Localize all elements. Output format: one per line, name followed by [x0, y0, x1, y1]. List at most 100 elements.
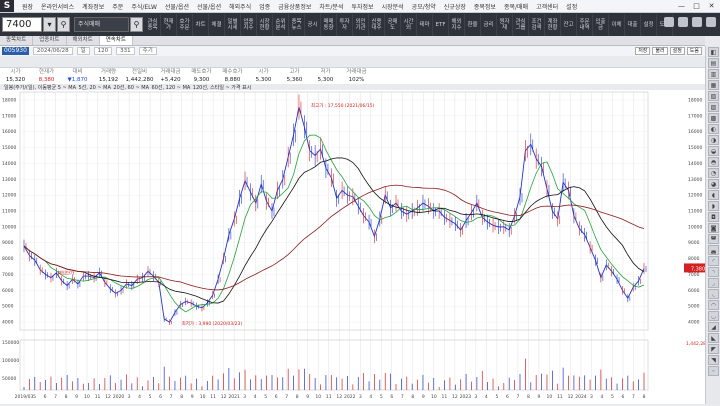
toolbar-shortcut-button[interactable]: 주문 내역: [577, 13, 593, 36]
date-field[interactable]: 2024/06/28: [32, 47, 73, 55]
side-tool-button[interactable]: ◛: [708, 245, 719, 255]
option-button[interactable]: 불러: [652, 47, 668, 55]
side-tool-button[interactable]: ▦: [708, 80, 719, 90]
side-tool-button[interactable]: ◣: [708, 333, 719, 343]
option-button[interactable]: 도움: [686, 47, 702, 55]
menu-item[interactable]: 주문: [108, 2, 127, 11]
stock-code[interactable]: 005930: [2, 47, 29, 55]
menu-item[interactable]: 주식/ELW: [127, 2, 161, 11]
toolbar-shortcut-button[interactable]: 관심 종목: [145, 13, 161, 36]
maximize-icon[interactable]: □: [690, 1, 703, 11]
chart-tab[interactable]: 해외차트: [67, 36, 100, 45]
menu-item[interactable]: 설정: [562, 2, 581, 11]
side-tool-button[interactable]: ◗: [708, 201, 719, 211]
side-tool-button[interactable]: ◚: [708, 234, 719, 244]
toolbar-shortcut-button[interactable]: 계좌 현황: [545, 13, 561, 36]
menu-item[interactable]: 신규상장: [440, 2, 470, 11]
toolbar-shortcut-button[interactable]: 환율: [465, 13, 481, 36]
close-icon[interactable]: ✕: [705, 1, 718, 11]
print-icon[interactable]: [678, 17, 688, 27]
menu-item[interactable]: 계좌정보: [78, 2, 108, 11]
toolbar-shortcut-button[interactable]: 신용 대주: [369, 13, 385, 36]
side-tool-button[interactable]: ◟: [708, 289, 719, 299]
chart-tab[interactable]: 종목차트: [0, 36, 34, 45]
toolbar-shortcut-button[interactable]: 차트: [193, 13, 209, 36]
toolbar-shortcut-button[interactable]: 업종 지수: [241, 13, 257, 36]
menu-item[interactable]: 시장분석: [378, 2, 408, 11]
side-tool-button[interactable]: ◧: [708, 47, 719, 57]
search-button-icon[interactable]: ⚲: [130, 17, 143, 32]
toolbar-shortcut-button[interactable]: 호가 주문: [177, 13, 193, 36]
side-tool-button[interactable]: ▧: [708, 91, 719, 101]
toolbar-shortcut-button[interactable]: 관심 그룹: [513, 13, 529, 36]
side-tool-button[interactable]: ◖: [708, 190, 719, 200]
side-tool-button[interactable]: ◘: [708, 212, 719, 222]
side-tool-button[interactable]: ◑: [708, 135, 719, 145]
menu-item[interactable]: 고객센터: [532, 2, 562, 11]
screen-dropdown[interactable]: 주식매매: [74, 17, 129, 32]
toolbar-shortcut-button[interactable]: 일별 시세: [225, 13, 241, 36]
menu-item[interactable]: 해외주식: [225, 2, 255, 11]
toolbar-shortcut-button[interactable]: 시간 외: [401, 13, 417, 36]
menu-item[interactable]: 선물/옵션: [161, 2, 193, 11]
menu-item[interactable]: 종목/매매: [500, 2, 532, 11]
zoom-select[interactable]: 주기: [138, 47, 157, 55]
option-button[interactable]: 설정: [669, 47, 685, 55]
search-icon[interactable]: ⚲: [57, 17, 70, 32]
menu-item[interactable]: 금융상품정보: [274, 2, 315, 11]
toolbar-shortcut-button[interactable]: 금리: [481, 13, 497, 36]
side-tool-button[interactable]: ◙: [708, 223, 719, 233]
toolbar-shortcut-button[interactable]: 입출 금: [593, 13, 609, 36]
side-tool-button[interactable]: ◡: [708, 311, 719, 321]
side-tool-button[interactable]: ◕: [708, 179, 719, 189]
side-tool-button[interactable]: ◐: [708, 124, 719, 134]
toolbar-shortcut-button[interactable]: 투자 자: [337, 13, 353, 36]
chart-tab[interactable]: 연속차트: [99, 36, 133, 45]
menu-item[interactable]: 투자정보: [347, 2, 377, 11]
menu-item[interactable]: 종목정보: [470, 2, 500, 11]
toolbar-shortcut-button[interactable]: 체결: [209, 13, 225, 36]
toolbar-shortcut-button[interactable]: 외인 기관: [353, 13, 369, 36]
chart-area[interactable]: 2019/03 5 6 7 8 9 10 11 12 2020 3 4 5 6 7 8 9 10 11 12 2021 3…: [0, 90, 712, 404]
toolbar-shortcut-button[interactable]: 현재 가: [161, 13, 177, 36]
side-tool-button[interactable]: ▥: [708, 69, 719, 79]
minimize-icon[interactable]: —: [675, 1, 688, 11]
unit-field[interactable]: 331: [116, 47, 135, 55]
toolbar-shortcut-button[interactable]: 종목 뉴스: [289, 13, 305, 36]
side-tool-button[interactable]: ◦: [708, 366, 719, 376]
toolbar-shortcut-button[interactable]: ETF: [433, 13, 449, 36]
side-tool-button[interactable]: ◓: [708, 157, 719, 167]
toolbar-shortcut-button[interactable]: 조건 검색: [529, 13, 545, 36]
toolbar-shortcut-button[interactable]: 공시: [305, 13, 321, 36]
camera-icon[interactable]: [692, 17, 702, 27]
toolbar-shortcut-button[interactable]: 공매 도: [385, 13, 401, 36]
toolbar-shortcut-button[interactable]: 시장 현황: [257, 13, 273, 36]
side-tool-button[interactable]: ◜: [708, 256, 719, 266]
dropdown-icon[interactable]: ▾: [43, 17, 56, 32]
side-tool-button[interactable]: ◠: [708, 300, 719, 310]
side-tool-button[interactable]: ◥: [708, 355, 719, 365]
code-input[interactable]: 7400: [2, 17, 42, 32]
toolbar-shortcut-button[interactable]: 원자 재: [497, 13, 513, 36]
menu-item[interactable]: 업종: [255, 2, 274, 11]
period-select[interactable]: 일: [76, 47, 90, 55]
toolbar-shortcut-button[interactable]: 매매 동향: [321, 13, 337, 36]
side-tool-button[interactable]: ◒: [708, 146, 719, 156]
price-chart[interactable]: 2019/03 5 6 7 8 9 10 11 12 2020 3 4 5 6 7 8 9 10 11 12 2021 3…: [0, 90, 712, 404]
toolbar-shortcut-button[interactable]: 해외 지수: [449, 13, 465, 36]
toolbar-shortcut-button[interactable]: 테마: [417, 13, 433, 36]
side-tool-button[interactable]: ▩: [708, 113, 719, 123]
side-tool-button[interactable]: ◞: [708, 278, 719, 288]
chart-tab[interactable]: 업종차트: [33, 36, 67, 45]
toolbar-shortcut-button[interactable]: 이체: [609, 13, 625, 36]
toolbar-shortcut-button[interactable]: 대출: [625, 13, 641, 36]
side-tool-button[interactable]: ◢: [708, 322, 719, 332]
side-tool-button[interactable]: ◝: [708, 267, 719, 277]
toolbar-shortcut-button[interactable]: 잔고: [561, 13, 577, 36]
menu-item[interactable]: 공모/청약: [408, 2, 440, 11]
menu-item[interactable]: 온라인서비스: [37, 2, 78, 11]
settings-icon[interactable]: [706, 17, 716, 27]
menu-item[interactable]: 원장: [18, 2, 37, 11]
menu-item[interactable]: 선물/옵션: [193, 2, 225, 11]
side-tool-button[interactable]: ▤: [708, 58, 719, 68]
